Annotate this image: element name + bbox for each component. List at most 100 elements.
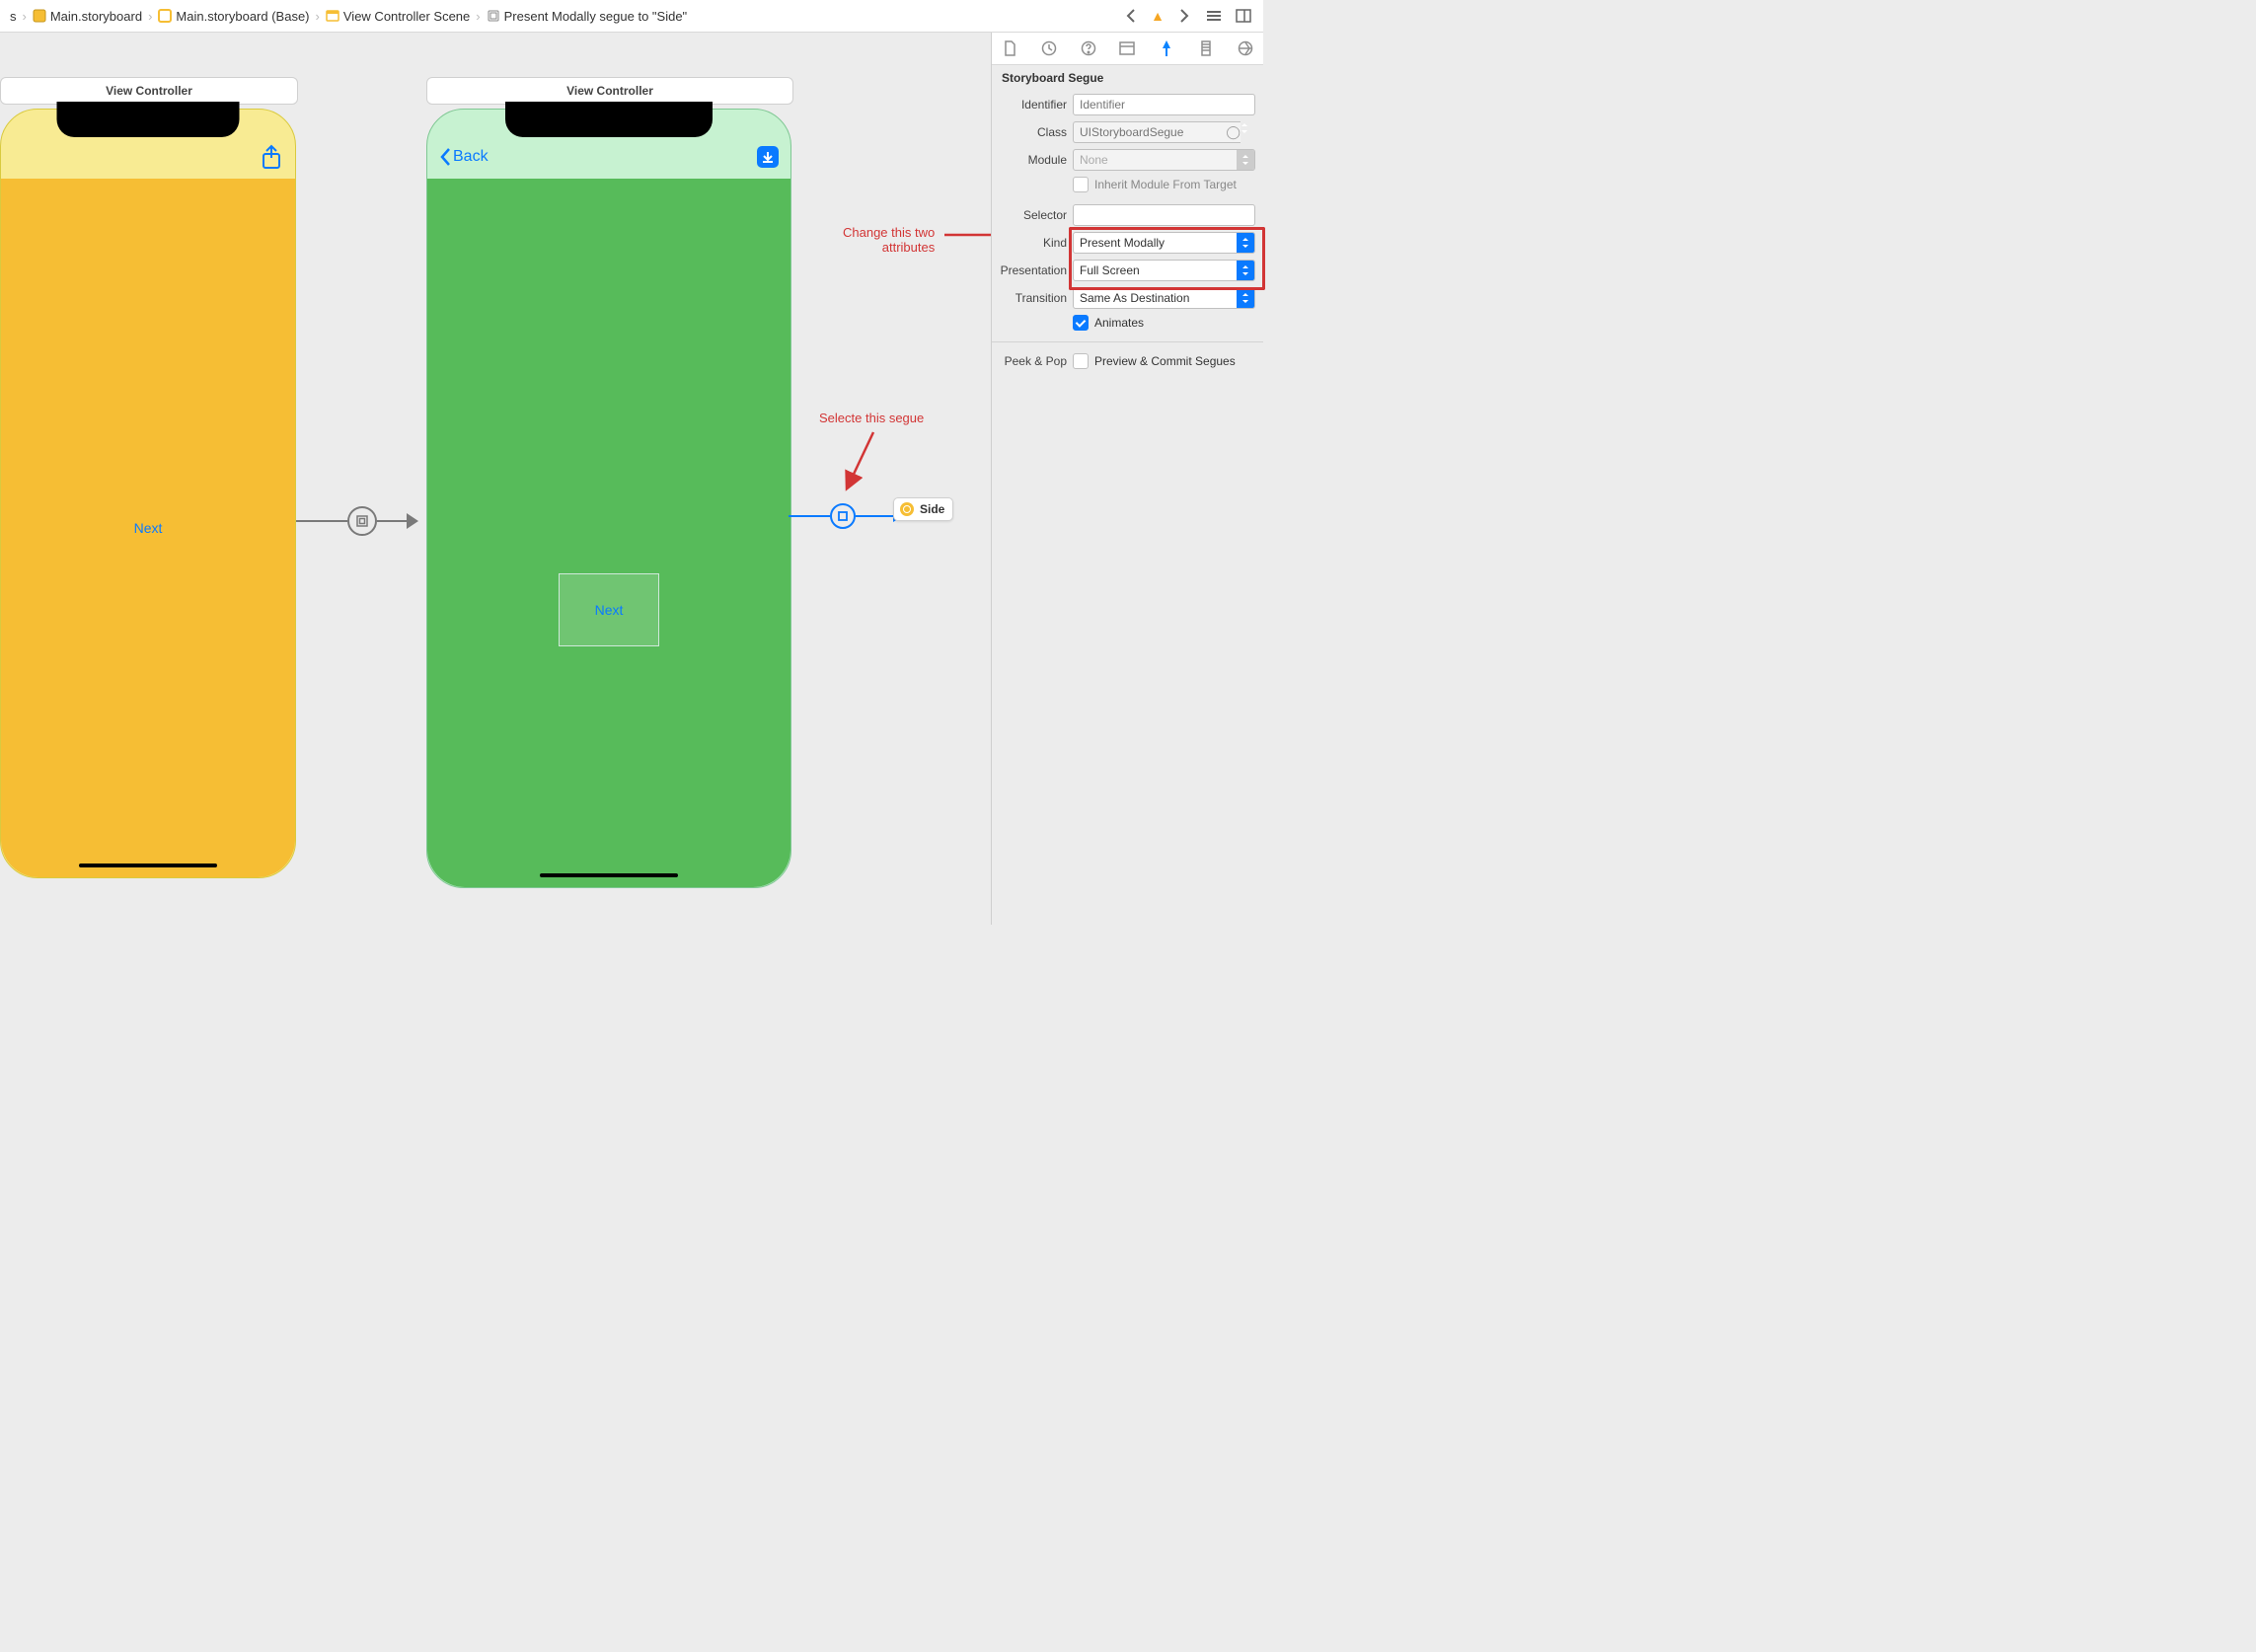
help-inspector-icon[interactable] — [1079, 38, 1098, 58]
back-button[interactable]: Back — [439, 147, 489, 167]
inspector-heading: Storyboard Segue — [1002, 71, 1253, 85]
connections-inspector-icon[interactable] — [1236, 38, 1255, 58]
history-inspector-icon[interactable] — [1039, 38, 1059, 58]
selector-field[interactable] — [1073, 204, 1255, 226]
device-notch — [57, 102, 240, 137]
presentation-label: Presentation — [996, 263, 1067, 277]
outline-icon[interactable] — [1204, 6, 1224, 26]
peek-option-label: Preview & Commit Segues — [1094, 354, 1236, 368]
storyboard-base-icon — [158, 9, 172, 23]
module-label: Module — [996, 153, 1067, 167]
nav-bar: Back — [427, 135, 790, 179]
attributes-inspector-icon[interactable] — [1157, 38, 1176, 58]
scene-reference-side[interactable]: Side — [893, 497, 953, 521]
device-frame: Next — [0, 109, 296, 878]
presentation-select[interactable]: Full Screen — [1073, 260, 1255, 281]
device-frame: Back Next — [426, 109, 791, 888]
dropdown-caret-icon — [1237, 288, 1254, 308]
peek-label: Peek & Pop — [996, 354, 1067, 368]
warning-icon[interactable]: ▲ — [1151, 8, 1165, 24]
share-icon[interactable] — [260, 145, 283, 169]
scene-reference-label: Side — [920, 502, 944, 516]
identifier-row: Identifier — [992, 91, 1263, 118]
breadcrumb-item-base[interactable]: Main.storyboard (Base) — [154, 9, 313, 24]
inspector-tab-bar — [992, 33, 1263, 65]
next-button[interactable]: Next — [134, 520, 163, 536]
class-jump-icon[interactable]: ◯ — [1226, 121, 1241, 143]
identity-inspector-icon[interactable] — [1117, 38, 1137, 58]
chevron-right-icon: › — [148, 9, 152, 24]
class-dropdown-caret[interactable] — [1241, 121, 1255, 143]
animates-label: Animates — [1094, 316, 1144, 330]
transition-row: Transition Same As Destination — [992, 284, 1263, 312]
storyboard-canvas[interactable]: View Controller Next — [0, 33, 992, 925]
chevron-right-icon: › — [23, 9, 27, 24]
kind-row: Kind Present Modally — [992, 229, 1263, 257]
segue-connector-present-modally[interactable] — [789, 503, 903, 529]
scene-view-controller-1[interactable]: View Controller Next — [0, 77, 298, 878]
annotation-arrow-icon — [942, 227, 992, 247]
history-forward-button[interactable] — [1174, 6, 1194, 26]
selector-label: Selector — [996, 208, 1067, 222]
kind-select[interactable]: Present Modally — [1073, 232, 1255, 254]
path-bar: s › Main.storyboard › Main.storyboard (B… — [0, 0, 1263, 33]
class-label: Class — [996, 125, 1067, 139]
module-select[interactable]: None — [1073, 149, 1255, 171]
animates-checkbox[interactable] — [1073, 315, 1089, 331]
segue-node-icon — [347, 506, 377, 536]
scene-title-bar[interactable]: View Controller — [426, 77, 793, 105]
animates-row: Animates — [992, 312, 1263, 334]
selector-row: Selector — [992, 201, 1263, 229]
inherit-module-label: Inherit Module From Target — [1094, 178, 1237, 191]
peek-pop-row: Peek & Pop Preview & Commit Segues — [992, 350, 1263, 372]
size-inspector-icon[interactable] — [1196, 38, 1216, 58]
class-field[interactable] — [1073, 121, 1226, 143]
breadcrumb-item-file[interactable]: Main.storyboard — [29, 9, 146, 24]
dropdown-caret-icon — [1237, 150, 1254, 170]
storyboard-file-icon — [33, 9, 46, 23]
scene-title-bar[interactable]: View Controller — [0, 77, 298, 105]
breadcrumb-item-trunc[interactable]: s — [6, 9, 21, 24]
kind-label: Kind — [996, 236, 1067, 250]
class-row: Class ◯ — [992, 118, 1263, 146]
view-body: Next — [1, 179, 295, 877]
adjust-editor-icon[interactable] — [1234, 6, 1253, 26]
download-icon[interactable] — [757, 146, 779, 168]
identifier-field[interactable] — [1073, 94, 1255, 115]
dropdown-caret-icon — [1237, 261, 1254, 280]
scene-view-controller-2[interactable]: View Controller Back Next — [426, 77, 793, 888]
transition-select[interactable]: Same As Destination — [1073, 287, 1255, 309]
presentation-row: Presentation Full Screen — [992, 257, 1263, 284]
peek-checkbox[interactable] — [1073, 353, 1089, 369]
history-back-button[interactable] — [1121, 6, 1141, 26]
segue-connector-show[interactable] — [296, 506, 418, 536]
arrowhead-icon — [407, 513, 418, 529]
segue-icon — [487, 9, 500, 23]
storyboard-ref-icon — [900, 502, 914, 516]
identifier-label: Identifier — [996, 98, 1067, 112]
annotation-change-attrs: Change this two attributes — [843, 225, 935, 255]
nav-bar — [1, 135, 295, 179]
inherit-module-row: Inherit Module From Target — [992, 174, 1263, 195]
annotation-select-segue: Selecte this segue — [819, 411, 924, 425]
device-notch — [505, 102, 713, 137]
home-indicator — [540, 873, 678, 877]
module-row: Module None — [992, 146, 1263, 174]
dropdown-caret-icon — [1237, 233, 1254, 253]
chevron-right-icon: › — [316, 9, 320, 24]
chevron-right-icon: › — [476, 9, 480, 24]
breadcrumb-item-scene[interactable]: View Controller Scene — [322, 9, 474, 24]
scene-icon — [326, 9, 339, 23]
segue-node-icon — [830, 503, 856, 529]
breadcrumb: s › Main.storyboard › Main.storyboard (B… — [6, 9, 1121, 24]
divider — [992, 341, 1263, 342]
inherit-module-checkbox[interactable] — [1073, 177, 1089, 192]
next-container-view[interactable]: Next — [559, 573, 659, 646]
annotation-arrow-icon — [839, 427, 888, 496]
breadcrumb-item-segue[interactable]: Present Modally segue to "Side" — [483, 9, 692, 24]
transition-label: Transition — [996, 291, 1067, 305]
inspector-panel: Storyboard Segue Identifier Class ◯ Modu… — [992, 33, 1263, 925]
toolbar-right: ▲ — [1121, 6, 1257, 26]
file-inspector-icon[interactable] — [1000, 38, 1019, 58]
home-indicator — [79, 864, 217, 867]
